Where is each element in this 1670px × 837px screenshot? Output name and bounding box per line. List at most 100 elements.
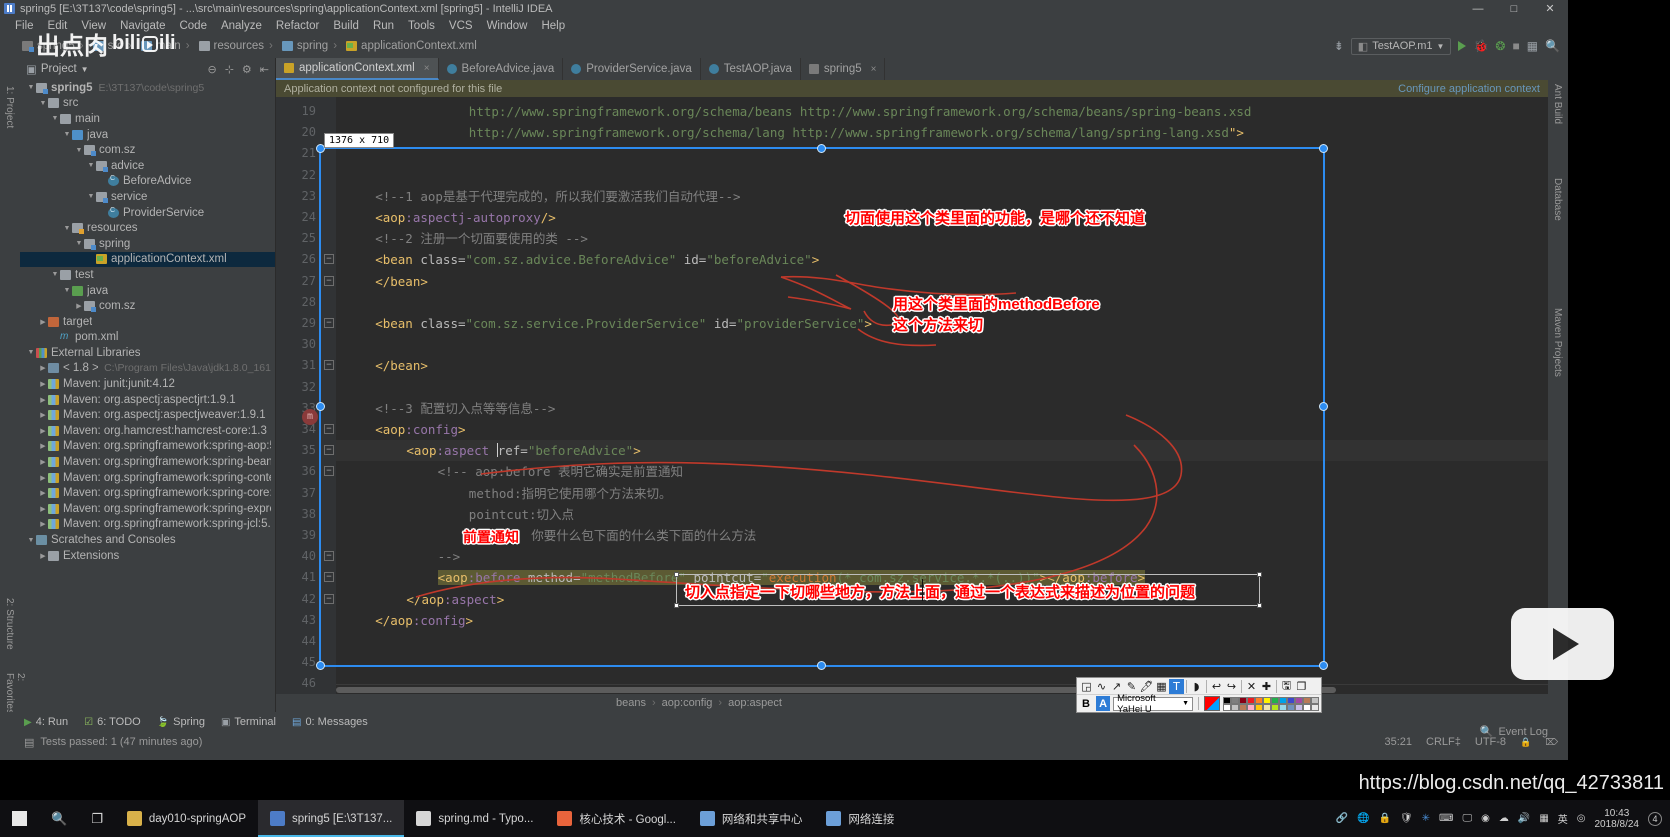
resize-handle-e[interactable] [1319,402,1328,411]
tray-icon-shield[interactable]: 🛡 [1400,813,1413,824]
pin-icon[interactable]: ✚ [1259,679,1274,694]
tree-node-maven-org-aspectj-aspectjweaver-1-9-1[interactable]: ▶ Maven: org.aspectj:aspectjweaver:1.9.1 [20,407,275,423]
chevron-right-icon[interactable]: ▶ [38,427,48,435]
annotation-text-box[interactable]: 切入点指定一下切哪些地方，方法上面，通过一个表达式来描述为位置的问题 [674,572,1262,608]
resize-handle-ne[interactable] [1319,144,1328,153]
fold-toggle-icon[interactable]: − [324,424,334,434]
color-palette[interactable] [1223,696,1320,711]
tray-icon-search-box[interactable]: ◎ [1577,813,1586,824]
palette-color-17[interactable] [1263,703,1272,711]
tree-node-applicationcontext-xml[interactable]: applicationContext.xml [20,251,275,268]
menu-item-help[interactable]: Help [534,20,572,32]
palette-color-11[interactable] [1311,696,1320,704]
copy-icon[interactable]: ❐ [1294,679,1309,694]
arrow-icon[interactable]: ↗ [1109,679,1124,694]
palette-color-22[interactable] [1303,703,1312,711]
editor-tab-spring5[interactable]: spring5 × [801,58,886,80]
chevron-right-icon[interactable]: ▶ [74,302,84,310]
chevron-down-icon[interactable]: ▼ [86,162,96,169]
code-line-text[interactable]: http://www.springframework.org/schema/be… [469,101,1252,122]
fold-toggle-icon[interactable]: − [324,275,334,286]
palette-color-3[interactable] [1247,696,1256,704]
code-line-text[interactable]: <!-- aop:before 表明它确实是前置通知 [438,461,683,482]
palette-color-10[interactable] [1303,696,1312,704]
highlighter-icon[interactable]: 🖊 [1139,679,1154,694]
save-icon[interactable]: 🖫 [1279,679,1294,694]
start-button[interactable] [0,800,39,837]
taskbar-items[interactable]: day010-springAOP spring5 [E:\3T137... spri… [115,800,907,837]
xml-breadcrumb-2[interactable]: aop:aspect [728,697,782,709]
tool-window-bar[interactable]: ▶ 4: Run ☑ 6: TODO 🍃 Spring ▣ Terminal ▤ 0: Messa… [0,712,1568,732]
chevron-down-icon[interactable]: ▼ [38,100,48,107]
tree-node-com-sz[interactable]: ▶ com.sz [20,298,275,314]
menu-item-refactor[interactable]: Refactor [269,20,326,32]
stop-icon[interactable]: ■ [1512,39,1519,53]
notification-center-icon[interactable]: 4 [1648,811,1662,826]
palette-color-12[interactable] [1223,703,1232,711]
palette-color-6[interactable] [1271,696,1280,704]
code-line-text[interactable]: <aop:aspectj-autoproxy/> [375,207,556,228]
rail-item-project[interactable]: 1: Project [4,86,15,128]
rail-item-maven[interactable]: Maven Projects [1552,308,1563,377]
tree-node-advice[interactable]: ▼ advice [20,158,275,174]
chevron-right-icon[interactable]: ▶ [38,458,48,466]
code-line-text[interactable]: <aop:config> [375,419,465,440]
breadcrumb-item-5[interactable]: applicationContext.xml [346,40,477,52]
tray-icon-cloud[interactable]: ☁ [1499,813,1509,824]
chevron-right-icon[interactable]: ▶ [38,552,48,560]
code-folding-gutter[interactable] [322,97,336,694]
chevron-right-icon[interactable]: ▶ [38,505,48,513]
breadcrumb-item-4[interactable]: spring › [281,40,342,52]
tray-icon-link[interactable]: 🔗 [1336,813,1348,824]
line-separator[interactable]: CRLF‡ [1426,736,1461,748]
fold-toggle-icon[interactable]: − [324,254,334,265]
fold-toggle-icon[interactable]: − [324,445,334,456]
redo-icon[interactable]: ↪ [1224,679,1239,694]
tree-node-main[interactable]: ▼ main [20,111,275,127]
code-line-text[interactable]: pointcut:切入点 [469,504,574,525]
chevron-right-icon[interactable]: ▶ [38,474,48,482]
palette-color-4[interactable] [1255,696,1264,704]
tree-node-maven-junit-junit-4-12[interactable]: ▶ Maven: junit:junit:4.12 [20,376,275,392]
fold-toggle-icon[interactable]: − [324,318,334,328]
run-toolbar[interactable]: ⇟ ◧ TestAOP.m1 ▼ 🐞 ❂ ■ ▦ 🔍 [1334,34,1560,58]
chevron-down-icon[interactable]: ▼ [50,115,60,122]
draw-tools-row[interactable]: ◲ ∿ ↗ ✎ 🖊 ▦ T ◗ ↩ ↪ ✕ ✚ 🖫 ❐ [1077,678,1321,694]
collapse-all-icon[interactable]: ⊖ [207,63,216,76]
eraser-icon[interactable]: ◗ [1189,679,1204,694]
layout-icon[interactable]: ▦ [1527,39,1538,53]
code-line-text[interactable]: </aop:config> [375,610,473,631]
chevron-right-icon[interactable]: ▶ [38,364,48,372]
mosaic-icon[interactable]: ▦ [1154,679,1169,694]
taskbar-item-2[interactable]: spring.md - Typo... [404,800,545,837]
xml-breadcrumb-1[interactable]: aop:config [662,697,713,709]
close-tab-icon[interactable]: × [424,63,430,74]
search-icon[interactable]: 🔍 [1545,39,1560,53]
tray-icon-volume[interactable]: 🔊 [1518,813,1530,824]
fold-toggle-icon[interactable]: − [324,593,334,604]
rail-item-ant-build[interactable]: Ant Build [1552,84,1563,124]
tree-node-scratches-and-consoles[interactable]: ▼ Scratches and Consoles [20,532,275,548]
code-line-text[interactable]: <bean class="com.sz.advice.BeforeAdvice"… [375,249,819,270]
resize-handle-s[interactable] [817,661,826,670]
gear-icon[interactable]: ⚙ [242,63,252,76]
tray-icon-app[interactable]: ◉ [1481,813,1490,824]
chevron-down-icon[interactable]: ▼ [26,84,36,91]
tree-node-maven-org-springframework-spring-context-5-0-8-[interactable]: ▶ Maven: org.springframework:spring-conte… [20,470,275,486]
resize-handle-n[interactable] [817,144,826,153]
debug-icon[interactable]: 🐞 [1473,39,1488,53]
chevron-right-icon[interactable]: ▶ [38,318,48,326]
palette-color-1[interactable] [1231,696,1240,704]
font-style-button[interactable]: A [1096,696,1111,711]
screenshot-draw-toolbar[interactable]: ◲ ∿ ↗ ✎ 🖊 ▦ T ◗ ↩ ↪ ✕ ✚ 🖫 ❐ B A Microsoft YaHei U ▼ [1076,677,1322,715]
code-line-text[interactable]: 你要什么包下面的什么类下面的什么方法 [531,525,756,546]
box-handle-ne[interactable] [1257,572,1262,577]
tree-node--1-8-[interactable]: ▶ < 1.8 > C:\Program Files\Java\jdk1.8.0_1… [20,361,275,377]
taskbar-item-4[interactable]: 网络和共享中心 [688,800,815,837]
tree-node-service[interactable]: ▼ service [20,189,275,205]
editor-tab-testaop-java[interactable]: TestAOP.java [701,58,801,80]
close-tab-icon[interactable]: × [871,64,877,75]
run-icon[interactable] [1458,41,1467,51]
readonly-icon[interactable]: ⌦ [1545,737,1558,748]
font-family-select[interactable]: Microsoft YaHei U ▼ [1113,693,1194,715]
